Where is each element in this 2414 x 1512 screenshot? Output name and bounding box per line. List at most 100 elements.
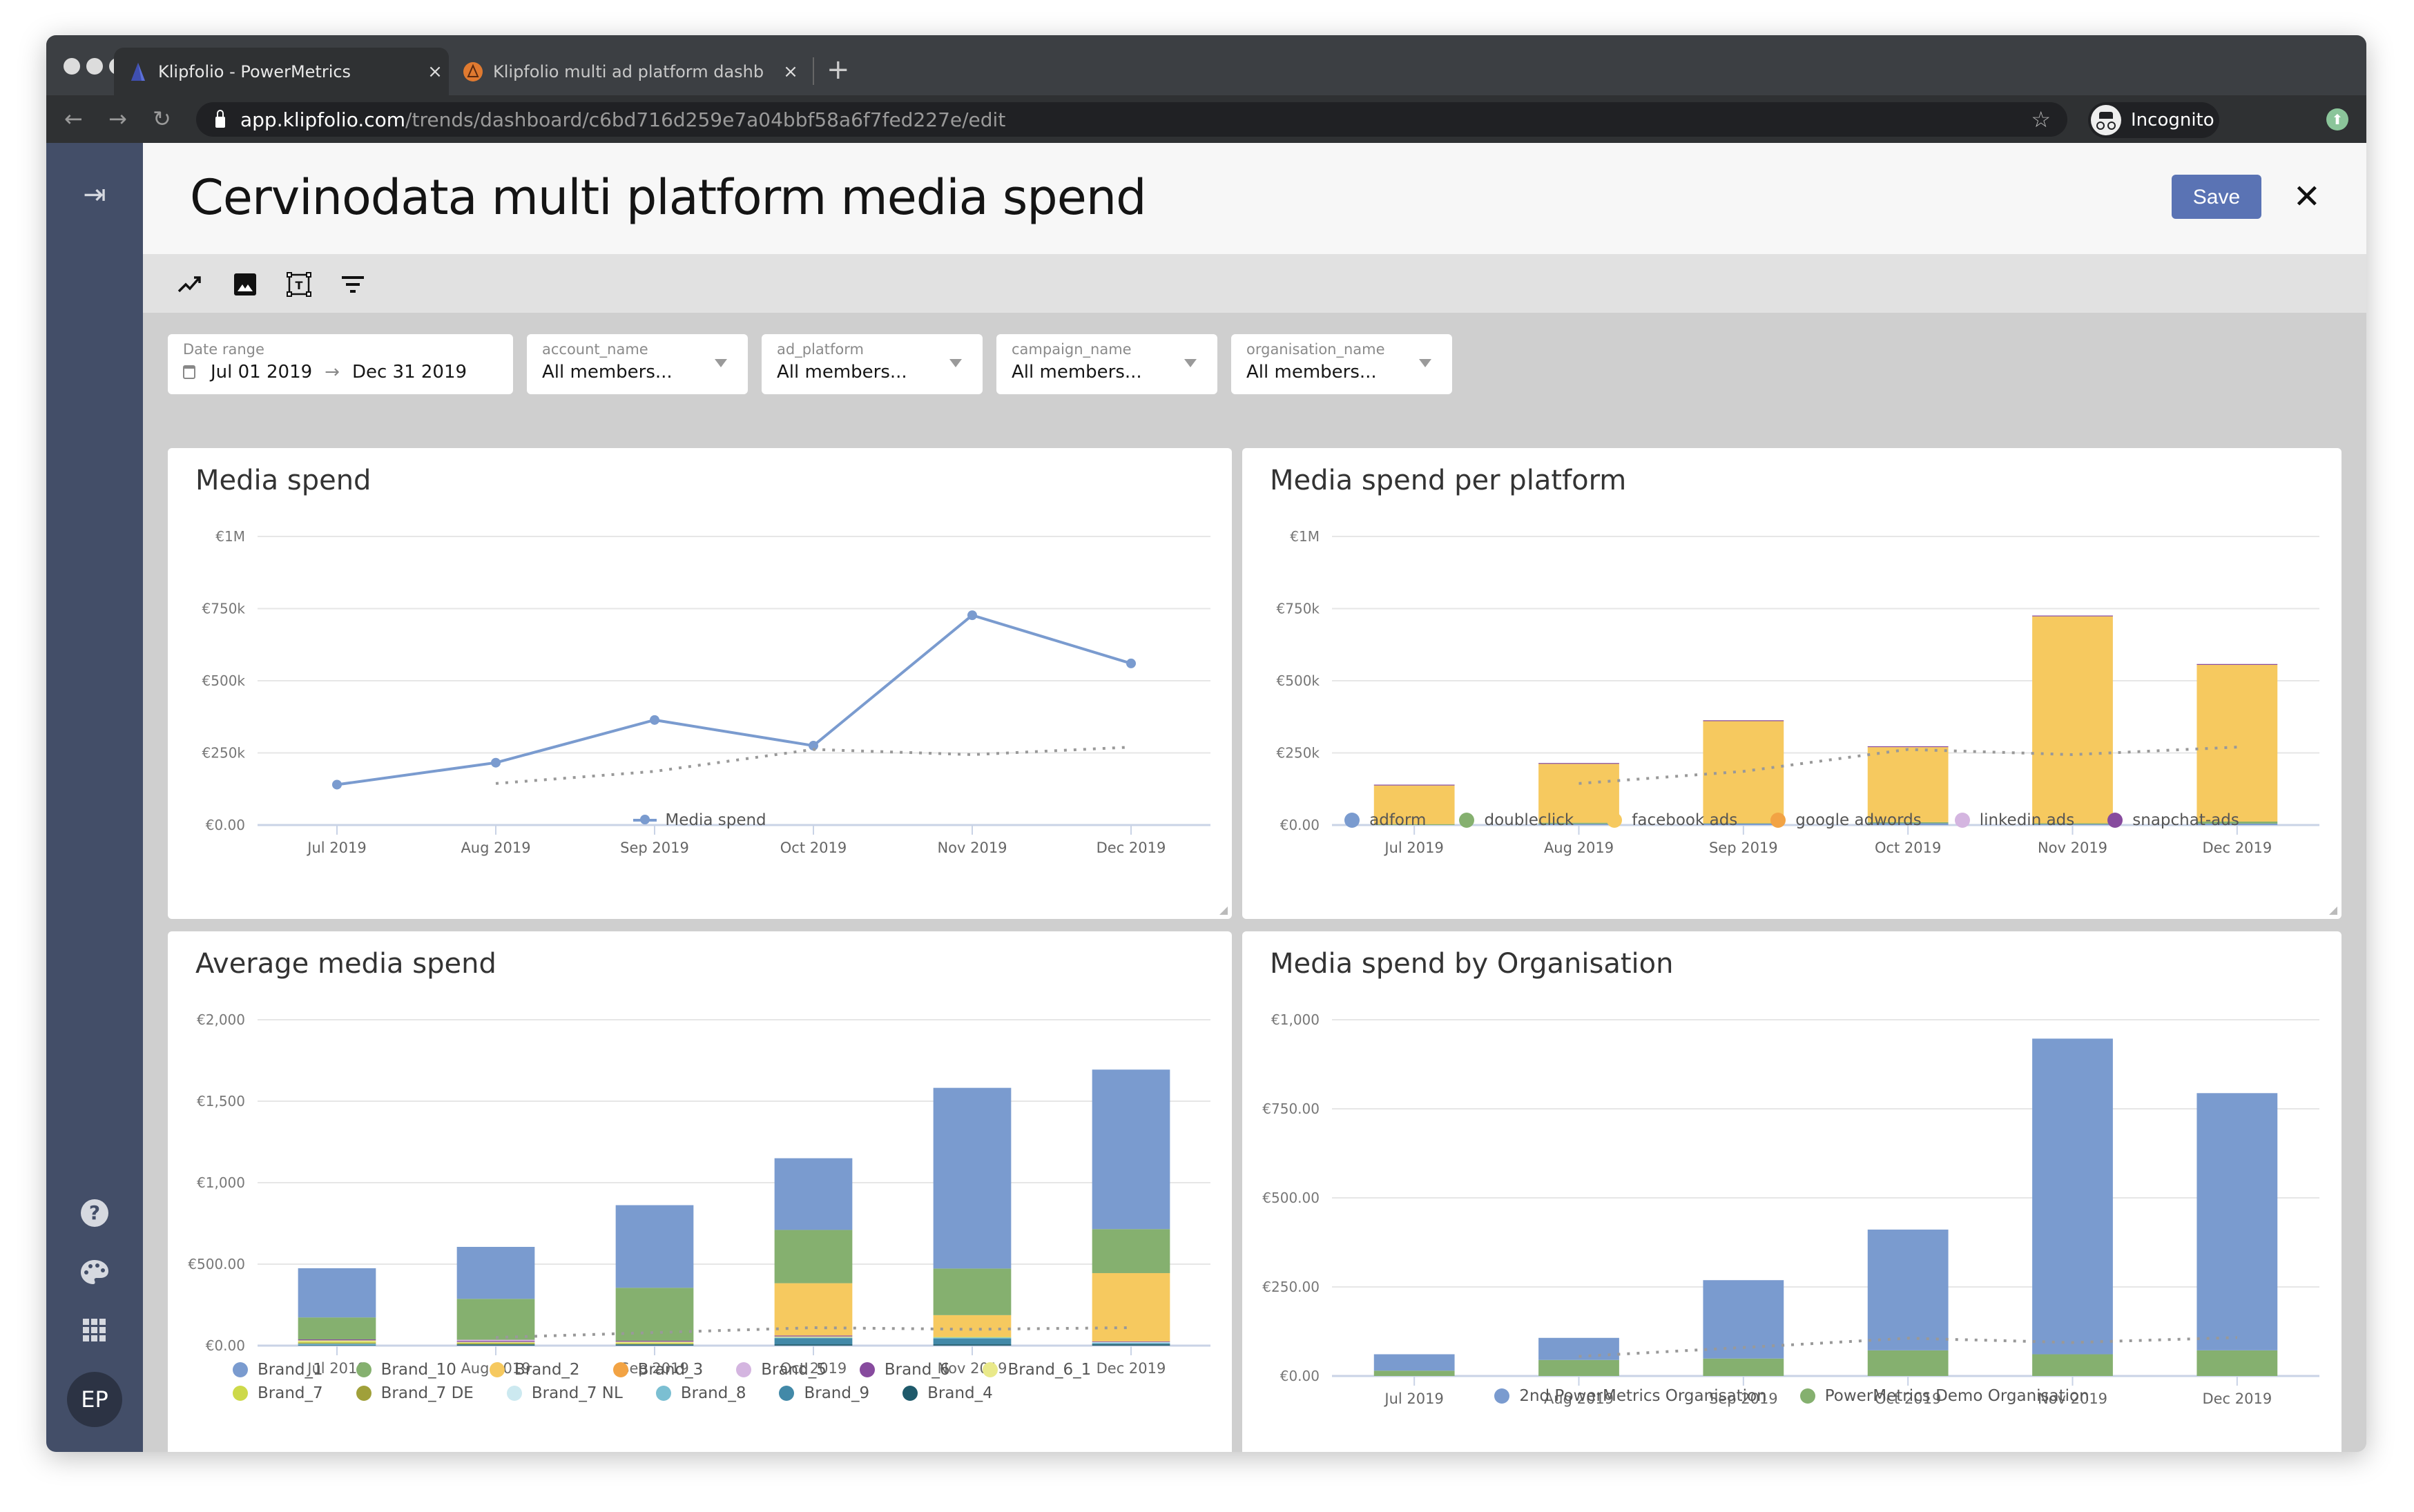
user-avatar[interactable]: EP	[67, 1372, 122, 1427]
legend-item[interactable]: snapchat-ads	[2107, 811, 2239, 829]
account-name-filter[interactable]: account_name All members...	[527, 334, 748, 394]
resize-handle[interactable]	[1219, 907, 1228, 915]
new-tab-button[interactable]: +	[827, 56, 850, 84]
legend-label: Brand_2	[514, 1361, 580, 1379]
add-text-icon[interactable]: T	[284, 269, 314, 300]
legend-item[interactable]: adform	[1344, 811, 1426, 829]
media-spend-panel[interactable]: Media spend €0.00 €250k €500k €750k €1M Jul 2…	[168, 448, 1232, 919]
legend-item[interactable]: linkedin ads	[1954, 811, 2075, 829]
bar-segment-brand-9	[456, 1344, 535, 1345]
data-point	[332, 779, 342, 790]
legend-item[interactable]: doubleclick	[1459, 811, 1574, 829]
back-icon[interactable]: ←	[64, 106, 83, 131]
y-tick-label: €750k	[202, 601, 246, 617]
legend-item[interactable]: Brand_1	[233, 1361, 323, 1379]
legend-dot-icon	[233, 1362, 248, 1377]
legend-item[interactable]: Brand_7 NL	[506, 1384, 623, 1402]
filter-label: Date range	[183, 341, 264, 358]
legend-item[interactable]: 2nd PowerMetrics Organisation	[1494, 1387, 1767, 1405]
legend-item[interactable]: Brand_7	[233, 1384, 323, 1402]
legend-label: linkedin ads	[1979, 811, 2075, 829]
palette-icon[interactable]	[46, 1259, 143, 1289]
bookmark-star-icon[interactable]: ☆	[2031, 106, 2051, 133]
add-metric-icon[interactable]	[176, 269, 206, 300]
expand-sidebar-icon[interactable]: ⇥	[46, 179, 143, 211]
tab-close-icon[interactable]: ×	[777, 61, 804, 82]
date-end[interactable]: Dec 31 2019	[352, 362, 467, 382]
legend-label: Brand_6	[884, 1361, 950, 1379]
average-media-spend-panel[interactable]: Average media spend €0.00 €500.00 €1,000 €1…	[168, 931, 1232, 1452]
media-spend-per-platform-panel[interactable]: Media spend per platform €0.00 €250k €500k…	[1242, 448, 2341, 919]
incognito-label: Incognito	[2131, 110, 2214, 130]
add-filter-icon[interactable]	[338, 269, 368, 300]
window-close-dot[interactable]	[64, 58, 80, 75]
legend-dot-icon	[356, 1386, 371, 1401]
tab-title: Klipfolio multi ad platform dashb	[493, 61, 764, 81]
legend-label: Brand_7	[258, 1384, 323, 1402]
close-icon[interactable]: ✕	[2293, 176, 2321, 217]
legend-item[interactable]: Brand_6_1	[983, 1361, 1091, 1379]
y-tick-label: €500.00	[188, 1256, 245, 1272]
incognito-badge[interactable]: Incognito	[2088, 102, 2219, 138]
tab-close-icon[interactable]: ×	[421, 61, 449, 82]
organisation-name-filter[interactable]: organisation_name All members...	[1231, 334, 1452, 394]
campaign-name-filter[interactable]: campaign_name All members...	[996, 334, 1217, 394]
bar-segment-brand-4	[1092, 1344, 1170, 1346]
legend-label: Brand_7 NL	[531, 1384, 623, 1402]
legend-item[interactable]: Brand_2	[489, 1361, 580, 1379]
x-tick-label: Nov 2019	[2038, 840, 2107, 856]
media-spend-by-organisation-panel[interactable]: Media spend by Organisation €0.00 €250.00…	[1242, 931, 2341, 1452]
legend-item[interactable]: Brand_10	[356, 1361, 456, 1379]
apps-grid-icon[interactable]	[46, 1319, 143, 1345]
legend-label: Brand_1	[258, 1361, 323, 1379]
legend-dot-icon	[1494, 1388, 1510, 1404]
y-tick-label: €500k	[202, 672, 246, 689]
filter-label: campaign_name	[1012, 341, 1132, 358]
bar-segment-brand-6-1	[456, 1341, 535, 1343]
legend-dot-icon	[1770, 813, 1786, 828]
legend-label: PowerMetrics Demo Organisation	[1824, 1387, 2089, 1405]
date-range-filter[interactable]: Date range Jul 01 2019 → Dec 31 2019	[168, 334, 513, 394]
tab-powermetrics[interactable]: Klipfolio - PowerMetrics ×	[114, 48, 449, 95]
ad-platform-filter[interactable]: ad_platform All members...	[762, 334, 983, 394]
forward-icon[interactable]: →	[108, 106, 127, 131]
bar-segment-brand-5	[456, 1339, 535, 1341]
window-minimize-dot[interactable]	[86, 58, 103, 75]
add-image-icon[interactable]	[230, 269, 260, 300]
legend-label: snapchat-ads	[2132, 811, 2239, 829]
bar-segment-brand-8	[774, 1337, 853, 1339]
chart-legend: adform doubleclick facebook ads google adwo…	[1242, 811, 2341, 835]
legend-item[interactable]: Brand_5	[736, 1361, 827, 1379]
bar-segment-brand-10	[774, 1230, 853, 1283]
legend-item[interactable]: PowerMetrics Demo Organisation	[1799, 1387, 2089, 1405]
legend-item[interactable]: Brand_4	[902, 1384, 993, 1402]
x-tick-label: Jul 2019	[306, 840, 366, 856]
tab-klipfolio-dashboard[interactable]: Klipfolio multi ad platform dashb ×	[449, 48, 804, 95]
y-tick-label: €1,000	[1271, 1011, 1320, 1028]
legend-label: Brand_9	[804, 1384, 870, 1402]
url-input[interactable]: app.klipfolio.com/trends/dashboard/c6bd7…	[196, 102, 2067, 137]
legend-item[interactable]: Brand_3	[612, 1361, 703, 1379]
bar-segment-facebook-ads	[2032, 616, 2113, 824]
legend-item[interactable]: facebook ads	[1607, 811, 1737, 829]
legend-item[interactable]: Brand_8	[655, 1384, 746, 1402]
y-tick-label: €500k	[1277, 672, 1320, 689]
resize-handle[interactable]	[2329, 907, 2337, 915]
url-host: app.klipfolio.com	[240, 108, 406, 131]
filter-label: ad_platform	[777, 341, 864, 358]
update-available-icon[interactable]: ⬆	[2326, 108, 2348, 130]
x-tick-label: Oct 2019	[780, 840, 847, 856]
dashboard-title[interactable]: Cervinodata multi platform media spend	[190, 169, 1147, 226]
help-icon[interactable]: ?	[46, 1198, 143, 1231]
bar-segment-brand-1	[1092, 1069, 1170, 1230]
legend-item[interactable]: google adwords	[1770, 811, 1922, 829]
reload-icon[interactable]: ↻	[153, 106, 171, 131]
save-button[interactable]: Save	[2172, 175, 2261, 219]
legend-item[interactable]: Brand_9	[779, 1384, 869, 1402]
legend-item[interactable]: Brand_7 DE	[356, 1384, 474, 1402]
bar-segment-snapchat-ads	[1538, 763, 1619, 764]
lock-icon	[215, 110, 225, 128]
legend-item[interactable]: Media spend	[633, 811, 766, 829]
legend-item[interactable]: Brand_6	[859, 1361, 950, 1379]
date-start[interactable]: Jul 01 2019	[211, 362, 312, 382]
